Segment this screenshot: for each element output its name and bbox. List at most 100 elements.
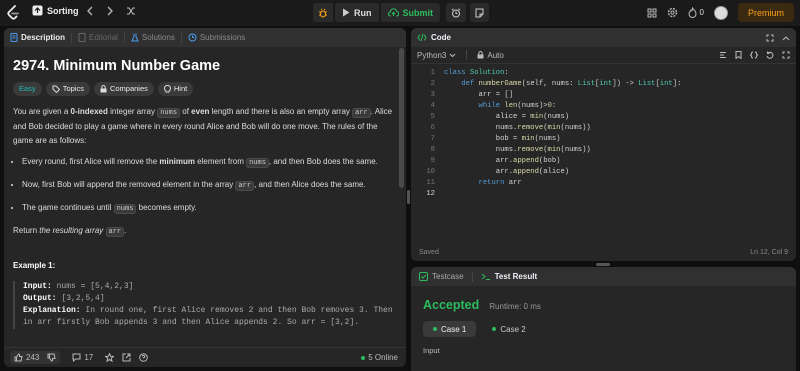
cloud-upload-icon — [387, 8, 399, 17]
result-tabs: Testcase Test Result — [411, 267, 796, 286]
inline-code: nums — [157, 108, 181, 118]
settings-gear-icon[interactable] — [667, 7, 678, 18]
list-item: Now, first Bob will append the removed e… — [22, 178, 397, 193]
help-icon[interactable] — [139, 353, 149, 362]
tab-testcase-label: Testcase — [432, 272, 464, 281]
text: element from — [194, 157, 247, 166]
tab-editorial-label: Editorial — [89, 33, 118, 42]
comment-icon — [72, 353, 81, 362]
text: of — [180, 107, 192, 116]
like-count: 243 — [26, 353, 40, 362]
companies-label: Companies — [109, 84, 148, 93]
problem-title[interactable]: 2974. Minimum Number Game — [13, 59, 397, 74]
top-bar: Sorting Run Submit 0 Premium — [0, 0, 800, 26]
debug-button[interactable] — [313, 3, 333, 22]
bug-icon — [318, 8, 328, 18]
book-icon — [78, 33, 86, 42]
online-indicator: 5 Online — [361, 353, 398, 362]
rules-list: Every round, first Alice will remove the… — [13, 155, 397, 216]
result-status: Accepted — [423, 298, 480, 312]
companies-chip[interactable]: Companies — [93, 82, 154, 96]
code-editor[interactable]: 1 2 3 4 5 6 7 8 9 10 11 12 class Solution: def numb… — [411, 64, 796, 224]
explanation-label: Explanation: — [23, 306, 81, 315]
leetcode-logo-icon[interactable] — [6, 5, 20, 21]
comments-button[interactable]: 17 — [72, 353, 93, 362]
lock-icon — [477, 51, 484, 59]
output-label: Output: — [23, 294, 57, 303]
scrollbar[interactable] — [399, 48, 404, 188]
tab-solutions-label: Solutions — [141, 33, 175, 42]
submit-button[interactable]: Submit — [380, 3, 440, 22]
text: Now, first Bob will append the removed e… — [22, 180, 236, 189]
problem-description: 2974. Minimum Number Game Easy Topics Co… — [4, 47, 406, 337]
text: The game continues until — [22, 203, 114, 212]
line-number: 1 — [430, 69, 435, 77]
code-tab[interactable]: Code — [417, 33, 451, 42]
code-line: arr.append(alice) — [444, 168, 570, 176]
example-title: Example 1: — [13, 261, 56, 270]
pass-dot — [492, 327, 497, 331]
bookmark-icon[interactable] — [735, 51, 742, 59]
language-value: Python3 — [417, 50, 447, 60]
star-icon[interactable] — [105, 353, 115, 362]
layout-grid-icon[interactable] — [647, 8, 657, 18]
line-number: 5 — [430, 113, 435, 121]
code-line: alice = min(nums) — [444, 113, 570, 121]
submit-label: Submit — [402, 7, 434, 18]
tab-description[interactable]: Description — [10, 33, 65, 42]
maximize-icon[interactable] — [766, 34, 774, 42]
premium-button[interactable]: Premium — [737, 3, 794, 22]
text: integer array — [107, 107, 158, 116]
notes-button[interactable] — [470, 3, 489, 22]
tab-editorial[interactable]: Editorial — [78, 33, 118, 42]
tab-testcase[interactable]: Testcase — [419, 272, 464, 281]
code-line: while len(nums)>0: — [478, 102, 557, 110]
tab-divider — [471, 271, 473, 282]
text-bold: 0-indexed — [70, 107, 108, 116]
topics-chip[interactable]: Topics — [45, 82, 90, 96]
timer-button[interactable] — [446, 3, 466, 22]
flask-icon — [131, 33, 139, 42]
inline-code: arr — [235, 181, 255, 191]
thumbs-up-icon — [14, 353, 23, 362]
vertical-resize-handle[interactable] — [407, 190, 410, 204]
inline-code: arr — [105, 227, 125, 237]
case-2-button[interactable]: Case 2 — [482, 321, 535, 337]
run-label: Run — [354, 7, 372, 18]
chevron-left-icon[interactable] — [86, 6, 94, 16]
panel-resize-handle[interactable] — [596, 263, 610, 266]
problem-list-button[interactable]: Sorting — [32, 5, 79, 16]
run-button[interactable]: Run — [335, 3, 379, 22]
shuffle-icon[interactable] — [126, 6, 136, 16]
hint-chip[interactable]: Hint — [157, 82, 194, 96]
user-avatar[interactable] — [713, 5, 728, 20]
reset-icon[interactable] — [766, 51, 774, 59]
language-select[interactable]: Python3 — [417, 51, 456, 60]
streak-counter[interactable]: 0 — [688, 7, 704, 18]
line-number: 12 — [426, 190, 435, 198]
code-line: arr.append(bob) — [444, 157, 561, 165]
format-icon[interactable] — [719, 51, 727, 59]
line-number: 10 — [426, 168, 435, 176]
example-input: Input: nums = [5,4,2,3] — [23, 281, 397, 293]
tab-test-result[interactable]: Test Result — [481, 272, 537, 281]
terminal-icon — [481, 272, 491, 281]
description-tabs: Description Editorial Solutions Submissi… — [4, 28, 406, 47]
braces-icon[interactable] — [750, 51, 758, 59]
case-1-button[interactable]: Case 1 — [423, 321, 477, 337]
like-button[interactable]: 243 — [10, 351, 61, 364]
inline-code: nums — [113, 204, 137, 214]
runtime-text: Runtime: 0 ms — [489, 302, 541, 311]
thumbs-down-icon[interactable] — [47, 353, 56, 362]
line-number: 7 — [430, 135, 435, 143]
minimize-icon[interactable] — [782, 34, 790, 42]
share-icon[interactable] — [122, 353, 131, 362]
expand-icon[interactable] — [782, 51, 790, 59]
tab-submissions[interactable]: Submissions — [188, 33, 245, 42]
tab-solutions[interactable]: Solutions — [131, 33, 175, 42]
chevron-right-icon[interactable] — [106, 6, 114, 16]
auto-toggle[interactable]: Auto — [477, 51, 504, 60]
play-icon — [342, 8, 350, 17]
difficulty-badge[interactable]: Easy — [13, 82, 42, 96]
text-bold: even — [191, 107, 210, 116]
